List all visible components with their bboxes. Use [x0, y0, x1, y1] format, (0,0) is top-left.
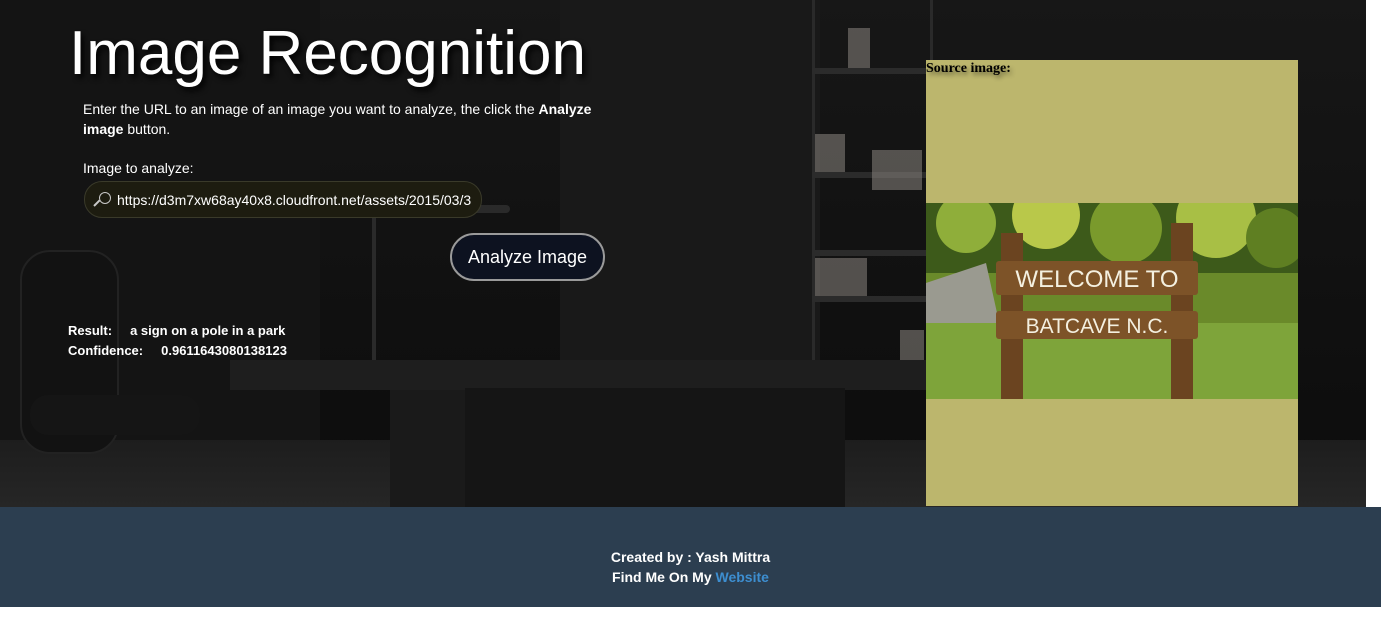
- book: [815, 258, 867, 296]
- source-image-label: Source image:: [926, 61, 1011, 76]
- magnifier-icon: [93, 190, 113, 210]
- footer-created-by: Created by : Yash Mittra: [610, 549, 771, 565]
- book: [815, 134, 845, 172]
- shelf-board: [812, 250, 927, 256]
- image-to-analyze-label: Image to analyze:: [83, 160, 194, 176]
- background-desk-side: [390, 390, 470, 507]
- hero-section: Image Recognition Enter the URL to an im…: [0, 0, 1366, 507]
- instructions-prefix: Enter the URL to an image of an image yo…: [83, 101, 539, 117]
- background-lamp: [372, 210, 376, 370]
- background-desk-cabinet: [465, 388, 845, 507]
- shelf-board: [812, 68, 927, 74]
- website-link[interactable]: Website: [716, 569, 769, 585]
- sign-text-line2: BATCAVE N.C.: [1026, 315, 1169, 338]
- url-input[interactable]: [117, 191, 481, 208]
- confidence-label: Confidence:: [68, 343, 144, 358]
- page-title: Image Recognition: [69, 19, 586, 88]
- sign-text-line1: WELCOME TO: [1015, 266, 1178, 293]
- background-chair-seat: [30, 395, 200, 435]
- result-row: Result: a sign on a pole in a park: [68, 323, 285, 338]
- book: [872, 150, 922, 190]
- footer-find-me: Find Me On My Website: [0, 569, 1381, 585]
- footer: Created by : Yash Mittra Find Me On My W…: [0, 507, 1381, 607]
- book: [848, 28, 870, 68]
- url-field[interactable]: [84, 181, 482, 218]
- source-photo: WELCOME TO BATCAVE N.C.: [926, 203, 1298, 399]
- background-bookshelf: [812, 0, 933, 380]
- instructions-suffix: button.: [123, 121, 171, 137]
- result-value: a sign on a pole in a park: [130, 323, 286, 338]
- confidence-value: 0.9611643080138123: [161, 343, 287, 358]
- instructions-text: Enter the URL to an image of an image yo…: [83, 99, 623, 139]
- confidence-row: Confidence: 0.9611643080138123: [68, 343, 287, 358]
- result-label: Result:: [68, 323, 113, 338]
- background-desk: [230, 360, 930, 390]
- footer-find-me-text: Find Me On My: [612, 569, 716, 585]
- analyze-image-button[interactable]: Analyze Image: [450, 233, 605, 281]
- source-image-panel: Source image: WELCOME TO BATCAVE N.C.: [926, 60, 1298, 506]
- shelf-board: [812, 296, 927, 302]
